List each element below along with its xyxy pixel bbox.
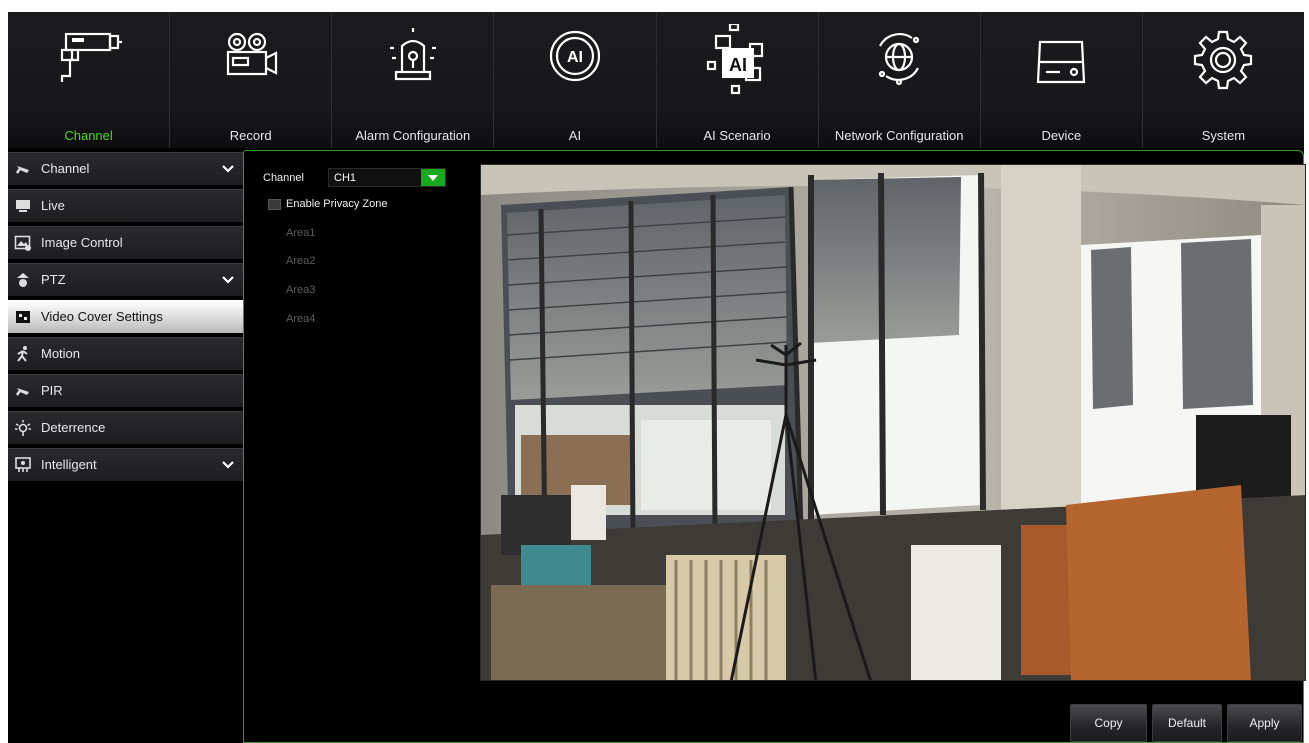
sidebar-item-deterrence[interactable]: Deterrence	[8, 411, 243, 444]
ai-icon: AI	[549, 30, 601, 82]
sidebar-item-label: Channel	[41, 161, 90, 176]
sidebar-item-channel[interactable]: Channel	[8, 152, 243, 185]
svg-text:AI: AI	[567, 49, 583, 66]
tab-alarm-configuration[interactable]: Alarm Configuration	[332, 12, 495, 148]
record-icon	[226, 32, 277, 76]
chevron-down-icon	[222, 165, 234, 173]
tab-label: Alarm Configuration	[355, 128, 471, 143]
tab-label: Record	[229, 128, 272, 143]
sidebar-item-video-cover-settings[interactable]: Video Cover Settings	[8, 300, 243, 333]
area-1-label: Area1	[286, 227, 316, 239]
device-icon	[1037, 40, 1086, 84]
tab-record[interactable]: Record	[170, 12, 333, 148]
tab-label: AI Scenario	[703, 128, 771, 143]
svg-text:AI: AI	[729, 55, 747, 75]
sidebar-item-label: Video Cover Settings	[41, 309, 163, 324]
tab-system[interactable]: System	[1143, 12, 1304, 148]
sidebar-item-label: Image Control	[41, 235, 123, 250]
sidebar-item-intelligent[interactable]: Intelligent	[8, 448, 243, 481]
sidebar-item-label: PTZ	[41, 272, 66, 287]
copy-button[interactable]: Copy	[1070, 704, 1147, 742]
dropdown-arrow-icon[interactable]	[421, 169, 445, 186]
chevron-down-icon	[222, 276, 234, 284]
content-panel: Channel CH1 Enable Privacy Zone Area1 Ar…	[243, 150, 1306, 743]
monitor-icon	[16, 200, 30, 212]
sidebar-item-label: Live	[41, 198, 65, 213]
channel-select[interactable]: CH1	[328, 168, 446, 187]
area-4-label: Area4	[286, 313, 316, 325]
tab-network-configuration[interactable]: Network Configuration	[819, 12, 981, 148]
privacy-zone-checkbox[interactable]	[268, 199, 281, 210]
video-cover-icon	[16, 311, 30, 323]
image-icon	[14, 235, 31, 251]
top-navigation: Channel Record Alarm Configuration AI AI…	[8, 12, 1304, 148]
tab-label: AI	[568, 128, 582, 143]
tab-label: Network Configuration	[834, 128, 964, 143]
sidebar: Channel Live Image Control PTZ Video Cov…	[8, 152, 243, 485]
apply-button[interactable]: Apply	[1227, 704, 1302, 742]
motion-icon	[17, 346, 28, 362]
tab-label: System	[1201, 128, 1246, 143]
default-button[interactable]: Default	[1152, 704, 1222, 742]
tab-label: Channel	[64, 128, 113, 143]
camera-image	[481, 165, 1305, 680]
dvr-app: Channel Record Alarm Configuration AI AI…	[8, 12, 1306, 743]
light-icon	[15, 420, 31, 436]
system-gear-icon	[1194, 30, 1253, 90]
sidebar-item-label: Intelligent	[41, 457, 97, 472]
sidebar-item-label: PIR	[41, 383, 63, 398]
ai-scenario-icon: AI	[706, 24, 764, 95]
sidebar-item-label: Motion	[41, 346, 81, 361]
tab-device[interactable]: Device	[981, 12, 1143, 148]
channel-label: Channel	[263, 172, 304, 184]
camera-preview[interactable]	[480, 164, 1306, 681]
camera-icon	[60, 32, 122, 82]
area-2-label: Area2	[286, 255, 316, 267]
privacy-zone-label: Enable Privacy Zone	[286, 198, 388, 210]
tab-ai[interactable]: AI AI	[494, 12, 657, 148]
area-3-label: Area3	[286, 284, 316, 296]
chevron-down-icon	[222, 461, 234, 469]
sidebar-item-ptz[interactable]: PTZ	[8, 263, 243, 296]
tab-label: Device	[1041, 128, 1082, 143]
tab-channel[interactable]: Channel	[8, 12, 171, 148]
channel-select-value: CH1	[334, 172, 357, 184]
alarm-icon	[389, 28, 436, 81]
sidebar-item-live[interactable]: Live	[8, 189, 243, 222]
sidebar-item-label: Deterrence	[41, 420, 106, 435]
ptz-icon	[17, 273, 29, 287]
camera-icon	[16, 166, 29, 174]
sidebar-item-motion[interactable]: Motion	[8, 337, 243, 370]
network-icon	[879, 33, 920, 86]
tab-ai-scenario[interactable]: AI AI Scenario	[657, 12, 819, 148]
sidebar-item-image-control[interactable]: Image Control	[8, 226, 243, 259]
sidebar-item-pir[interactable]: PIR	[8, 374, 243, 407]
pir-icon	[16, 388, 29, 396]
intelligent-icon	[15, 457, 31, 472]
